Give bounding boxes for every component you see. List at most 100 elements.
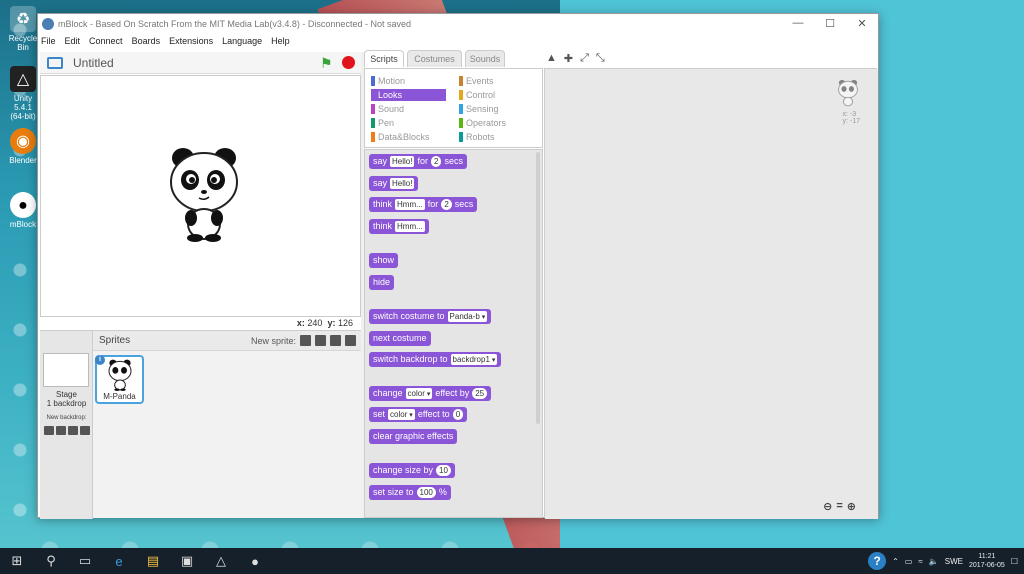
tab-scripts[interactable]: Scripts xyxy=(364,50,404,67)
upload-backdrop-icon[interactable] xyxy=(68,426,78,435)
block-input[interactable]: 0 xyxy=(452,409,464,420)
block-switch-backdrop[interactable]: switch backdrop to backdrop1 xyxy=(369,352,502,367)
title-bar[interactable]: mBlock - Based On Scratch From the MIT M… xyxy=(38,14,878,33)
edge-browser-icon[interactable]: e xyxy=(102,554,136,569)
block-dropdown[interactable]: color xyxy=(388,409,415,420)
tab-costumes[interactable]: Costumes xyxy=(407,50,462,67)
clock[interactable]: 11:21 2017-06-05 xyxy=(969,552,1005,570)
block-dropdown[interactable]: backdrop1 xyxy=(450,354,498,365)
category-robots[interactable]: Robots xyxy=(459,131,495,143)
block-show[interactable]: show xyxy=(369,253,399,268)
info-icon[interactable]: i xyxy=(95,355,105,365)
menu-connect[interactable]: Connect xyxy=(89,36,123,46)
block-dropdown[interactable]: color xyxy=(405,388,433,399)
notifications-icon[interactable]: ☐ xyxy=(1011,557,1018,566)
category-motion[interactable]: Motion xyxy=(371,75,405,87)
menu-extensions[interactable]: Extensions xyxy=(169,36,213,46)
help-icon[interactable]: ? xyxy=(868,552,887,570)
menu-edit[interactable]: Edit xyxy=(65,36,81,46)
block-change-effect[interactable]: change color effect by 25 xyxy=(369,386,492,401)
desktop-icon-unity[interactable]: △ Unity 5.4.1 (64-bit) xyxy=(6,66,40,121)
block-think-for-secs[interactable]: think Hmm... for 2 secs xyxy=(369,197,478,212)
category-data-blocks[interactable]: Data&Blocks xyxy=(371,131,430,143)
block-dropdown[interactable]: Panda-b xyxy=(447,311,488,322)
block-input[interactable]: 2 xyxy=(441,199,452,210)
menu-file[interactable]: File xyxy=(41,36,56,46)
block-set-size[interactable]: set size to 100 % xyxy=(369,485,451,500)
mblock-taskbar-icon[interactable]: ● xyxy=(238,554,272,569)
green-flag-icon[interactable]: ⚑ xyxy=(320,56,334,70)
delete-icon[interactable]: ✚ xyxy=(564,52,573,65)
duplicate-icon[interactable]: ▲ xyxy=(546,52,557,65)
block-hide[interactable]: hide xyxy=(369,275,395,290)
zoom-out-icon[interactable]: ⊖ xyxy=(823,500,832,513)
desktop-icon-blender[interactable]: ◉ Blender xyxy=(6,128,40,165)
panda-sprite[interactable] xyxy=(169,146,239,242)
shrink-icon[interactable]: ⤡ xyxy=(596,52,605,65)
windows-start-icon[interactable]: ⊞ xyxy=(0,553,34,569)
stage-thumbnail[interactable] xyxy=(43,353,89,387)
close-button[interactable]: ✕ xyxy=(846,17,878,30)
file-explorer-icon[interactable]: ▤ xyxy=(136,553,170,569)
desktop-icon-recycle-bin[interactable]: ♻ Recycle Bin xyxy=(6,6,40,52)
block-input[interactable]: 100 xyxy=(416,487,436,498)
category-sound[interactable]: Sound xyxy=(371,103,404,115)
block-input[interactable]: Hello! xyxy=(390,156,415,167)
category-sensing[interactable]: Sensing xyxy=(459,103,499,115)
block-input[interactable]: Hello! xyxy=(390,178,415,189)
script-canvas[interactable]: x: -3 y: -17 ⊖ = ⊕ xyxy=(545,69,878,519)
menu-help[interactable]: Help xyxy=(271,36,290,46)
category-events[interactable]: Events xyxy=(459,75,494,87)
tab-sounds[interactable]: Sounds xyxy=(465,50,505,67)
script-area[interactable]: x: -3 y: -17 ⊖ = ⊕ xyxy=(544,68,878,519)
language-indicator[interactable]: SWE xyxy=(945,557,963,566)
volume-icon[interactable]: 🔈 xyxy=(929,557,939,566)
upload-sprite-icon[interactable] xyxy=(330,335,341,346)
block-text: switch costume to xyxy=(373,311,445,321)
desktop-icon-mblock[interactable]: ● mBlock xyxy=(6,192,40,229)
unity-taskbar-icon[interactable]: △ xyxy=(204,553,238,569)
block-clear-graphic-effects[interactable]: clear graphic effects xyxy=(369,429,458,444)
block-input[interactable]: Hmm... xyxy=(395,199,425,210)
category-looks[interactable]: Looks xyxy=(371,89,446,101)
paint-backdrop-icon[interactable] xyxy=(56,426,66,435)
wifi-icon[interactable]: ≈ xyxy=(918,557,922,566)
zoom-reset-icon[interactable]: = xyxy=(836,500,842,513)
backdrop-library-icon[interactable] xyxy=(44,426,54,435)
chevron-up-icon[interactable]: ⌃ xyxy=(892,557,899,566)
block-say[interactable]: say Hello! xyxy=(369,176,419,191)
block-say-for-secs[interactable]: say Hello! for 2 secs xyxy=(369,154,467,169)
grow-icon[interactable]: ⤢ xyxy=(580,52,589,65)
fullscreen-icon[interactable] xyxy=(47,56,63,69)
search-icon[interactable]: ⚲ xyxy=(34,553,68,569)
store-icon[interactable]: ▣ xyxy=(170,553,204,569)
block-set-effect[interactable]: set color effect to 0 xyxy=(369,407,468,422)
block-input[interactable]: Hmm... xyxy=(395,221,425,232)
category-pen[interactable]: Pen xyxy=(371,117,394,129)
stop-icon[interactable] xyxy=(342,56,355,69)
block-next-costume[interactable]: next costume xyxy=(369,331,431,346)
block-input[interactable]: 10 xyxy=(436,465,451,476)
project-title[interactable]: Untitled xyxy=(73,56,320,70)
menu-language[interactable]: Language xyxy=(222,36,262,46)
category-operators[interactable]: Operators xyxy=(459,117,506,129)
paint-sprite-icon[interactable] xyxy=(315,335,326,346)
battery-icon[interactable]: ▭ xyxy=(905,557,913,566)
maximize-button[interactable]: ☐ xyxy=(814,17,846,30)
camera-sprite-icon[interactable] xyxy=(345,335,356,346)
stage-canvas[interactable] xyxy=(40,75,361,317)
block-input[interactable]: 25 xyxy=(472,388,488,399)
sprite-library-icon[interactable] xyxy=(300,335,311,346)
camera-backdrop-icon[interactable] xyxy=(80,426,90,435)
zoom-in-icon[interactable]: ⊕ xyxy=(847,500,856,513)
palette-scrollbar[interactable] xyxy=(536,152,540,424)
minimize-button[interactable]: — xyxy=(782,17,814,30)
category-control[interactable]: Control xyxy=(459,89,495,101)
block-think[interactable]: think Hmm... xyxy=(369,219,429,234)
menu-boards[interactable]: Boards xyxy=(132,36,161,46)
block-switch-costume[interactable]: switch costume to Panda-b xyxy=(369,309,492,324)
block-input[interactable]: 2 xyxy=(430,156,442,167)
task-view-icon[interactable]: ▭ xyxy=(68,553,102,569)
block-change-size[interactable]: change size by 10 xyxy=(369,463,455,478)
sprite-card[interactable]: i M-Panda xyxy=(95,355,144,404)
